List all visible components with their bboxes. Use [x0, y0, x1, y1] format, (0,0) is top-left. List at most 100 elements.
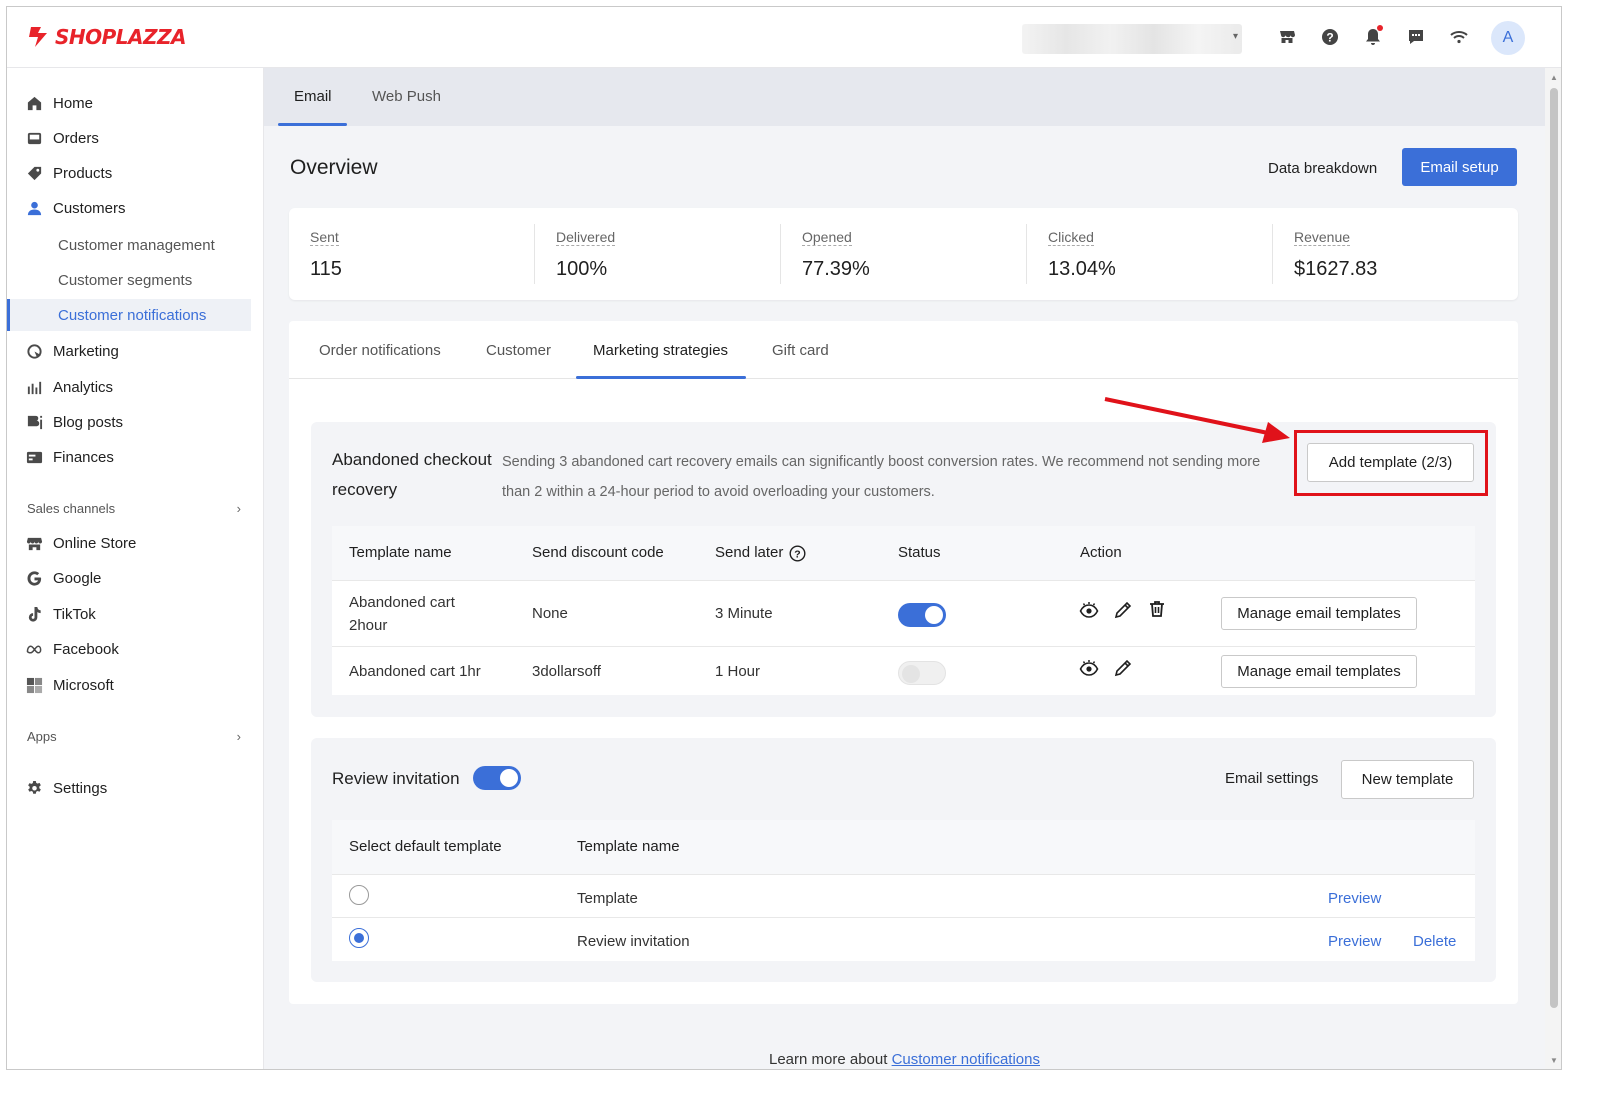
table-row: Abandoned cart 2hour None 3 Minute Manag…: [332, 581, 1475, 647]
channel-tabs: Email Web Push: [264, 68, 1545, 126]
sidebar-item-online-store[interactable]: Online Store: [7, 527, 251, 559]
tab-email[interactable]: Email: [294, 88, 332, 105]
avatar[interactable]: A: [1491, 21, 1525, 55]
tag-icon: [25, 164, 43, 182]
col-action: Action: [1080, 544, 1122, 561]
sidebar-item-label: Online Store: [53, 534, 137, 552]
preview-eye-icon[interactable]: [1079, 658, 1099, 678]
status-toggle[interactable]: [898, 603, 946, 627]
edit-pencil-icon[interactable]: [1113, 658, 1133, 678]
store-icon[interactable]: [1275, 25, 1299, 49]
send-later-value: 1 Hour: [715, 663, 761, 680]
edit-pencil-icon[interactable]: [1113, 600, 1133, 620]
sidebar-item-label: Finances: [53, 448, 114, 466]
stat-label[interactable]: Clicked: [1048, 229, 1094, 246]
preview-eye-icon[interactable]: [1079, 600, 1099, 620]
email-setup-button[interactable]: Email setup: [1402, 148, 1517, 186]
sidebar-item-label: Home: [53, 94, 94, 112]
stat-label[interactable]: Revenue: [1294, 229, 1351, 246]
sidebar-item-google[interactable]: Google: [7, 562, 251, 594]
tab-gift-card[interactable]: Gift card: [772, 342, 829, 359]
new-template-button[interactable]: New template: [1341, 760, 1474, 799]
sidebar-item-products[interactable]: Products: [7, 157, 251, 189]
sidebar-item-customer-management[interactable]: Customer management: [7, 229, 251, 261]
section-description: Sending 3 abandoned cart recovery emails…: [502, 454, 1261, 500]
sidebar-item-label: Microsoft: [53, 676, 114, 694]
help-icon[interactable]: ?: [1318, 25, 1342, 49]
review-invitation-toggle[interactable]: [473, 766, 521, 790]
data-breakdown-link[interactable]: Data breakdown: [1268, 160, 1377, 177]
svg-text:?: ?: [794, 549, 800, 561]
chat-icon[interactable]: [1404, 25, 1428, 49]
col-template-name: Template name: [349, 544, 452, 561]
customer-notifications-link[interactable]: Customer notifications: [892, 1051, 1040, 1068]
shoplazza-logo[interactable]: SHOPLAZZA: [27, 25, 187, 49]
sidebar-item-settings[interactable]: Settings: [7, 772, 251, 804]
sidebar-item-facebook[interactable]: Facebook: [7, 633, 251, 665]
sidebar-item-marketing[interactable]: Marketing: [7, 335, 251, 367]
sidebar-item-label: Analytics: [53, 378, 114, 396]
template-name: Abandoned cart 1hr: [349, 663, 481, 680]
sales-channels-header[interactable]: Sales channels ›: [27, 501, 241, 516]
tab-customer[interactable]: Customer: [486, 342, 551, 359]
add-template-button[interactable]: Add template (2/3): [1307, 443, 1474, 482]
meta-icon: [25, 640, 43, 658]
email-settings-link[interactable]: Email settings: [1225, 770, 1318, 787]
chevron-down-icon[interactable]: ▾: [1233, 31, 1238, 42]
sidebar-item-label: Facebook: [53, 640, 119, 658]
scroll-thumb[interactable]: [1550, 88, 1558, 1008]
sidebar-item-tiktok[interactable]: TikTok: [7, 598, 251, 630]
chevron-right-icon[interactable]: ›: [237, 729, 241, 744]
home-icon: [25, 94, 43, 112]
bell-icon[interactable]: [1361, 25, 1385, 49]
template-name: Abandoned cart 2hour: [349, 594, 455, 634]
stat-clicked: Clicked 13.04%: [1027, 208, 1272, 300]
default-template-radio[interactable]: [349, 928, 369, 948]
stat-label[interactable]: Delivered: [556, 229, 616, 246]
toggle-knob: [500, 769, 518, 787]
sidebar-item-orders[interactable]: Orders: [7, 122, 251, 154]
toggle-knob: [902, 665, 920, 683]
wifi-icon[interactable]: [1447, 25, 1471, 49]
stat-label[interactable]: Opened: [802, 229, 852, 246]
sidebar-item-customer-segments[interactable]: Customer segments: [7, 264, 251, 296]
apps-header[interactable]: Apps ›: [27, 729, 241, 744]
table-row: Review invitation Preview Delete: [332, 918, 1475, 961]
chevron-right-icon[interactable]: ›: [237, 501, 241, 516]
sidebar-item-customer-notifications[interactable]: Customer notifications: [7, 299, 251, 331]
table-row: Abandoned cart 1hr 3dollarsoff 1 Hour Ma…: [332, 647, 1475, 695]
preview-link[interactable]: Preview: [1328, 930, 1381, 953]
sidebar-item-finances[interactable]: Finances: [7, 441, 251, 473]
delete-trash-icon[interactable]: [1147, 599, 1167, 619]
sidebar-item-home[interactable]: Home: [7, 87, 251, 119]
default-template-radio[interactable]: [349, 885, 369, 905]
tab-order-notifications[interactable]: Order notifications: [319, 342, 441, 359]
sidebar-item-label: Blog posts: [53, 413, 124, 431]
status-toggle[interactable]: [898, 661, 946, 685]
table-header: Template name Send discount code Send la…: [332, 526, 1475, 581]
sidebar-item-microsoft[interactable]: Microsoft: [7, 669, 251, 701]
scroll-down-arrow-icon[interactable]: ▼: [1550, 1056, 1558, 1065]
delete-link[interactable]: Delete: [1413, 930, 1456, 953]
tab-marketing-strategies[interactable]: Marketing strategies: [593, 342, 728, 359]
active-tab-indicator: [278, 123, 347, 126]
discount-code: 3dollarsoff: [532, 663, 601, 680]
manage-email-templates-button[interactable]: Manage email templates: [1221, 597, 1417, 630]
template-name: Template: [577, 890, 638, 907]
sidebar-item-blog-posts[interactable]: Blog posts: [7, 406, 251, 438]
sidebar-item-customers[interactable]: Customers: [7, 192, 251, 224]
scroll-up-arrow-icon[interactable]: ▲: [1550, 73, 1558, 82]
sidebar-item-analytics[interactable]: Analytics: [7, 371, 251, 403]
manage-email-templates-button[interactable]: Manage email templates: [1221, 655, 1417, 688]
marketing-icon: [25, 342, 43, 360]
sales-channels-label: Sales channels: [27, 501, 116, 516]
preview-link[interactable]: Preview: [1328, 887, 1381, 910]
sidebar-item-label: TikTok: [53, 605, 96, 623]
store-switcher[interactable]: [1022, 24, 1242, 54]
scrollbar[interactable]: ▲ ▼: [1545, 68, 1561, 1069]
info-icon[interactable]: ?: [789, 545, 806, 562]
stat-label[interactable]: Sent: [310, 229, 339, 246]
tab-web-push[interactable]: Web Push: [372, 88, 441, 105]
notification-tabs: Order notifications Customer Marketing s…: [289, 321, 1518, 379]
blog-icon: [25, 413, 43, 431]
